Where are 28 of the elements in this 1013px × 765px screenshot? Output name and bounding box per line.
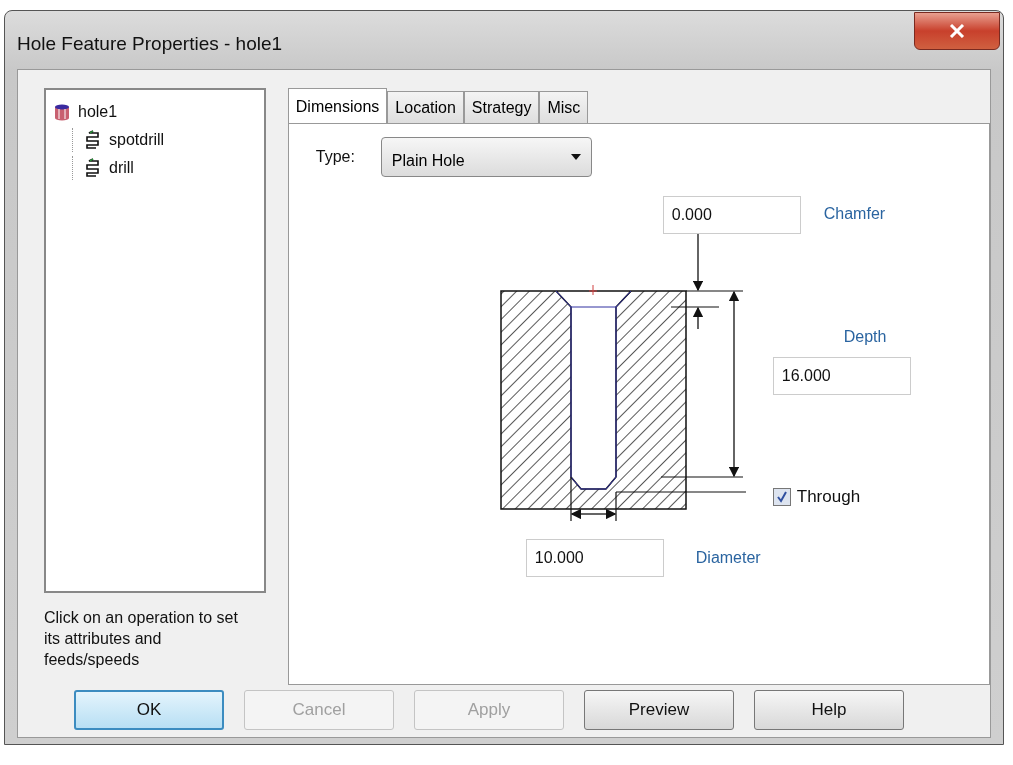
through-checkbox[interactable]: [772, 488, 791, 506]
dialog-button[interactable]: OK: [74, 690, 224, 730]
tab[interactable]: Location: [387, 91, 464, 123]
chamfer-field[interactable]: 0.000: [662, 196, 801, 234]
chamfer-label: Chamfer: [823, 205, 886, 223]
close-icon: [949, 24, 965, 38]
diameter-field[interactable]: 10.000: [525, 539, 664, 577]
tree-item[interactable]: hole1: [78, 103, 118, 121]
diameter-label: Diameter: [695, 549, 761, 567]
type-dropdown[interactable]: Plain Hole: [380, 137, 592, 177]
tab[interactable]: Misc: [539, 91, 589, 123]
window-title: Hole Feature Properties - hole1: [17, 33, 283, 55]
tab[interactable]: Strategy: [463, 91, 540, 123]
hint-text: Click on an operation to set its attributes and feeds/speeds: [44, 608, 239, 670]
cylinder-icon: [54, 103, 70, 121]
zigzag-icon: [85, 158, 101, 178]
close-button[interactable]: [914, 12, 1000, 50]
caret-icon: [570, 154, 581, 160]
type-label: Type:: [315, 148, 355, 166]
zigzag-icon: [85, 130, 101, 150]
depth-field[interactable]: 16.000: [772, 357, 911, 395]
depth-label: Depth: [843, 328, 887, 346]
dialog-button[interactable]: Help: [754, 690, 904, 730]
dialog-button[interactable]: Preview: [584, 690, 734, 730]
tree-item[interactable]: spotdrill: [109, 131, 165, 149]
through-label: Through: [796, 487, 861, 507]
tree-item[interactable]: drill: [109, 159, 134, 177]
tab[interactable]: Dimensions: [287, 88, 388, 124]
